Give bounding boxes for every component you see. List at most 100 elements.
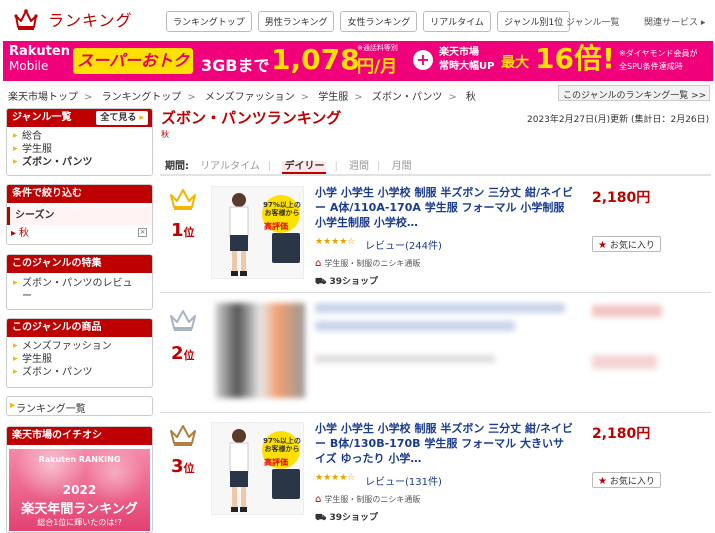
period-weekly-tab[interactable]: 週間 [349,161,369,172]
favorite-label: お気に入り [609,477,655,487]
nav-ranking-top-button[interactable]: ランキングトップ [166,11,252,32]
favorite-button[interactable]: ★ お気に入り [592,472,661,488]
nav-female-ranking-button[interactable]: 女性ランキング [340,11,418,32]
breadcrumb-separator: > [448,92,457,103]
clear-filter-icon[interactable]: × [138,228,147,237]
banner-brand-line2: Mobile [9,59,49,73]
favorite-button[interactable]: ★ お気に入り [592,236,661,252]
conditions-heading: 条件で絞り込む [7,185,152,203]
breadcrumb-separator: > [300,92,310,103]
ranking-item: 2位 [160,293,711,413]
nav-realtime-button[interactable]: リアルタイム [423,11,491,32]
rank-number: 3位 [171,456,195,477]
banner-ichiba: 楽天市場 常時大幅UP [439,46,494,74]
banner-ichiba-line1: 楽天市場 [439,47,479,58]
product-image[interactable]: 97%以上の お客様から 高評価 [211,186,304,279]
shop-count-text: 39ショップ [329,513,378,523]
shop-link[interactable]: ⌂ 学生服・制服のニシキ通販 [315,494,420,505]
related-services-link[interactable]: 関連サービス ▸ [644,15,705,28]
shop-count-text: 39ショップ [329,277,378,287]
sidebar-features: このジャンルの特集 ズボン・パンツのレビュー [6,254,153,310]
banner-unit: 円/月 [357,57,398,77]
divider: | [334,161,338,172]
shorts-image [272,233,300,263]
praise-label: 高評価 [264,222,288,231]
rank-suffix: 位 [183,349,195,362]
divider [160,174,711,176]
top-header: ランキング ランキングトップ 男性ランキング 女性ランキング リアルタイム ジャ… [0,0,715,40]
page-subtitle: 秋 [161,130,169,139]
period-realtime-tab[interactable]: リアルタイム [200,161,260,172]
rakuten-mobile-logo: Rakuten Mobile [9,44,70,74]
features-heading: このジャンルの特集 [7,255,152,273]
super-deal-label: スーパーおトク [73,48,193,74]
bronze-crown-icon [170,425,196,446]
sidebar-item-mens-fashion[interactable]: メンズファッション [13,340,146,353]
promo-brand: Rakuten RANKING [38,455,121,464]
shop-name: 学生服・制服のニシキ通販 [324,495,421,504]
ranking-list-link[interactable]: ランキング一覧 [6,396,153,416]
banner-multiplier: 16倍! [535,42,615,75]
sidebar-conditions: 条件で絞り込む シーズン 秋 × [6,184,153,245]
rakuten-mobile-banner[interactable]: Rakuten Mobile スーパーおトク 3GBまで 1,078 ※通話料等… [3,41,713,81]
breadcrumb-item[interactable]: ランキングトップ [102,92,182,103]
divider: | [377,161,381,172]
banner-dia-line1: ※ダイヤモンド会員が [619,49,698,58]
product-title-link[interactable]: 小学 小学生 小学校 制服 半ズボン 三分丈 紺/ネイビー A体/110A-17… [315,185,573,230]
breadcrumb-separator: > [354,92,363,103]
blurred-review [315,355,495,363]
season-filter-selected[interactable]: 秋 × [7,225,152,243]
product-price: 2,180円 [592,190,651,206]
rank-value: 1 [171,220,184,241]
review-link[interactable]: レビュー(244件) [365,237,442,252]
shop-count[interactable]: ⛟ 39ショップ [315,510,378,524]
ranking-item: 3位 97%以上の お客様から 高評価 小学 小学生 小学校 制服 半ズボン 三… [160,414,711,533]
breadcrumb-item[interactable]: 学生服 [318,92,348,103]
genre-list-heading-text: ジャンル一覧 [12,112,72,123]
genre-list-link[interactable]: ジャンル一覧 [566,15,620,28]
product-image[interactable]: 97%以上の お客様から 高評価 [211,422,304,515]
ranking-item: 1位 97%以上の お客様から 高評価 小学 小学生 小学校 制服 半ズボン 三… [160,178,711,293]
see-all-button[interactable]: 全て見る ▸ [96,111,148,125]
rank-suffix: 位 [183,226,195,239]
annual-ranking-promo-image[interactable]: Rakuten RANKING 2022 楽天年間ランキング 総合1位に輝いたの… [9,449,150,531]
sidebar-products: このジャンルの商品 メンズファッション 学生服 ズボン・パンツ [6,318,153,388]
rating-badge-text: 97%以上の お客様から [263,437,301,453]
blurred-price [592,305,662,317]
recommend-heading: 楽天市場のイチオシ [7,427,152,445]
period-daily-tab[interactable]: デイリー [282,161,327,174]
update-date: 2023年2月27日(月)更新 (集計日：2月26日) [527,115,710,125]
blurred-product-image[interactable] [215,303,305,398]
sidebar-item-school-uniform[interactable]: 学生服 [13,353,146,366]
nav-genre-first-button[interactable]: ジャンル別1位 [496,11,571,32]
genre-list-heading: ジャンル一覧 全て見る ▸ [7,109,152,127]
banner-brand-line1: Rakuten [9,44,70,59]
rank-suffix: 位 [183,462,195,475]
shop-count[interactable]: ⛟ 39ショップ [315,274,378,288]
genre-ranking-list-button[interactable]: このジャンルのランキング一覧 >> [558,85,710,101]
rank-value: 3 [171,456,184,477]
product-title-link[interactable]: 小学 小学生 小学校 制服 半ズボン 三分丈 紺/ネイビー B体/130B-17… [315,421,573,466]
sidebar-item-pants[interactable]: ズボン・パンツ [13,366,146,379]
sidebar-item-general[interactable]: 総合 [13,130,146,143]
ranking-logo[interactable]: ランキング [14,7,133,31]
period-label: 期間: [165,161,189,172]
cart-icon: ⛟ [315,513,327,523]
arrow-icon: ▸ [139,113,144,123]
breadcrumb-item[interactable]: 楽天市場トップ [8,92,78,103]
child-model-figure [229,193,249,276]
breadcrumb-item[interactable]: メンズファッション [205,92,295,103]
breadcrumb-item[interactable]: ズボン・パンツ [372,92,443,103]
banner-max: 最大 [501,55,529,71]
shop-link[interactable]: ⌂ 学生服・制服のニシキ通販 [315,258,420,269]
breadcrumb-separator: > [84,92,93,103]
review-link[interactable]: レビュー(131件) [365,473,442,488]
sidebar-item-pants[interactable]: ズボン・パンツ [13,156,146,169]
sidebar-item-school-uniform[interactable]: 学生服 [13,143,146,156]
silver-crown-icon [170,310,196,331]
period-monthly-tab[interactable]: 月間 [392,161,412,172]
sidebar-item-pants-review[interactable]: ズボン・パンツのレビュー [13,277,146,303]
sidebar-genre-list: ジャンル一覧 全て見る ▸ 総合 学生服 ズボン・パンツ [6,108,153,176]
child-model-figure [229,429,249,512]
nav-male-ranking-button[interactable]: 男性ランキング [257,11,335,32]
